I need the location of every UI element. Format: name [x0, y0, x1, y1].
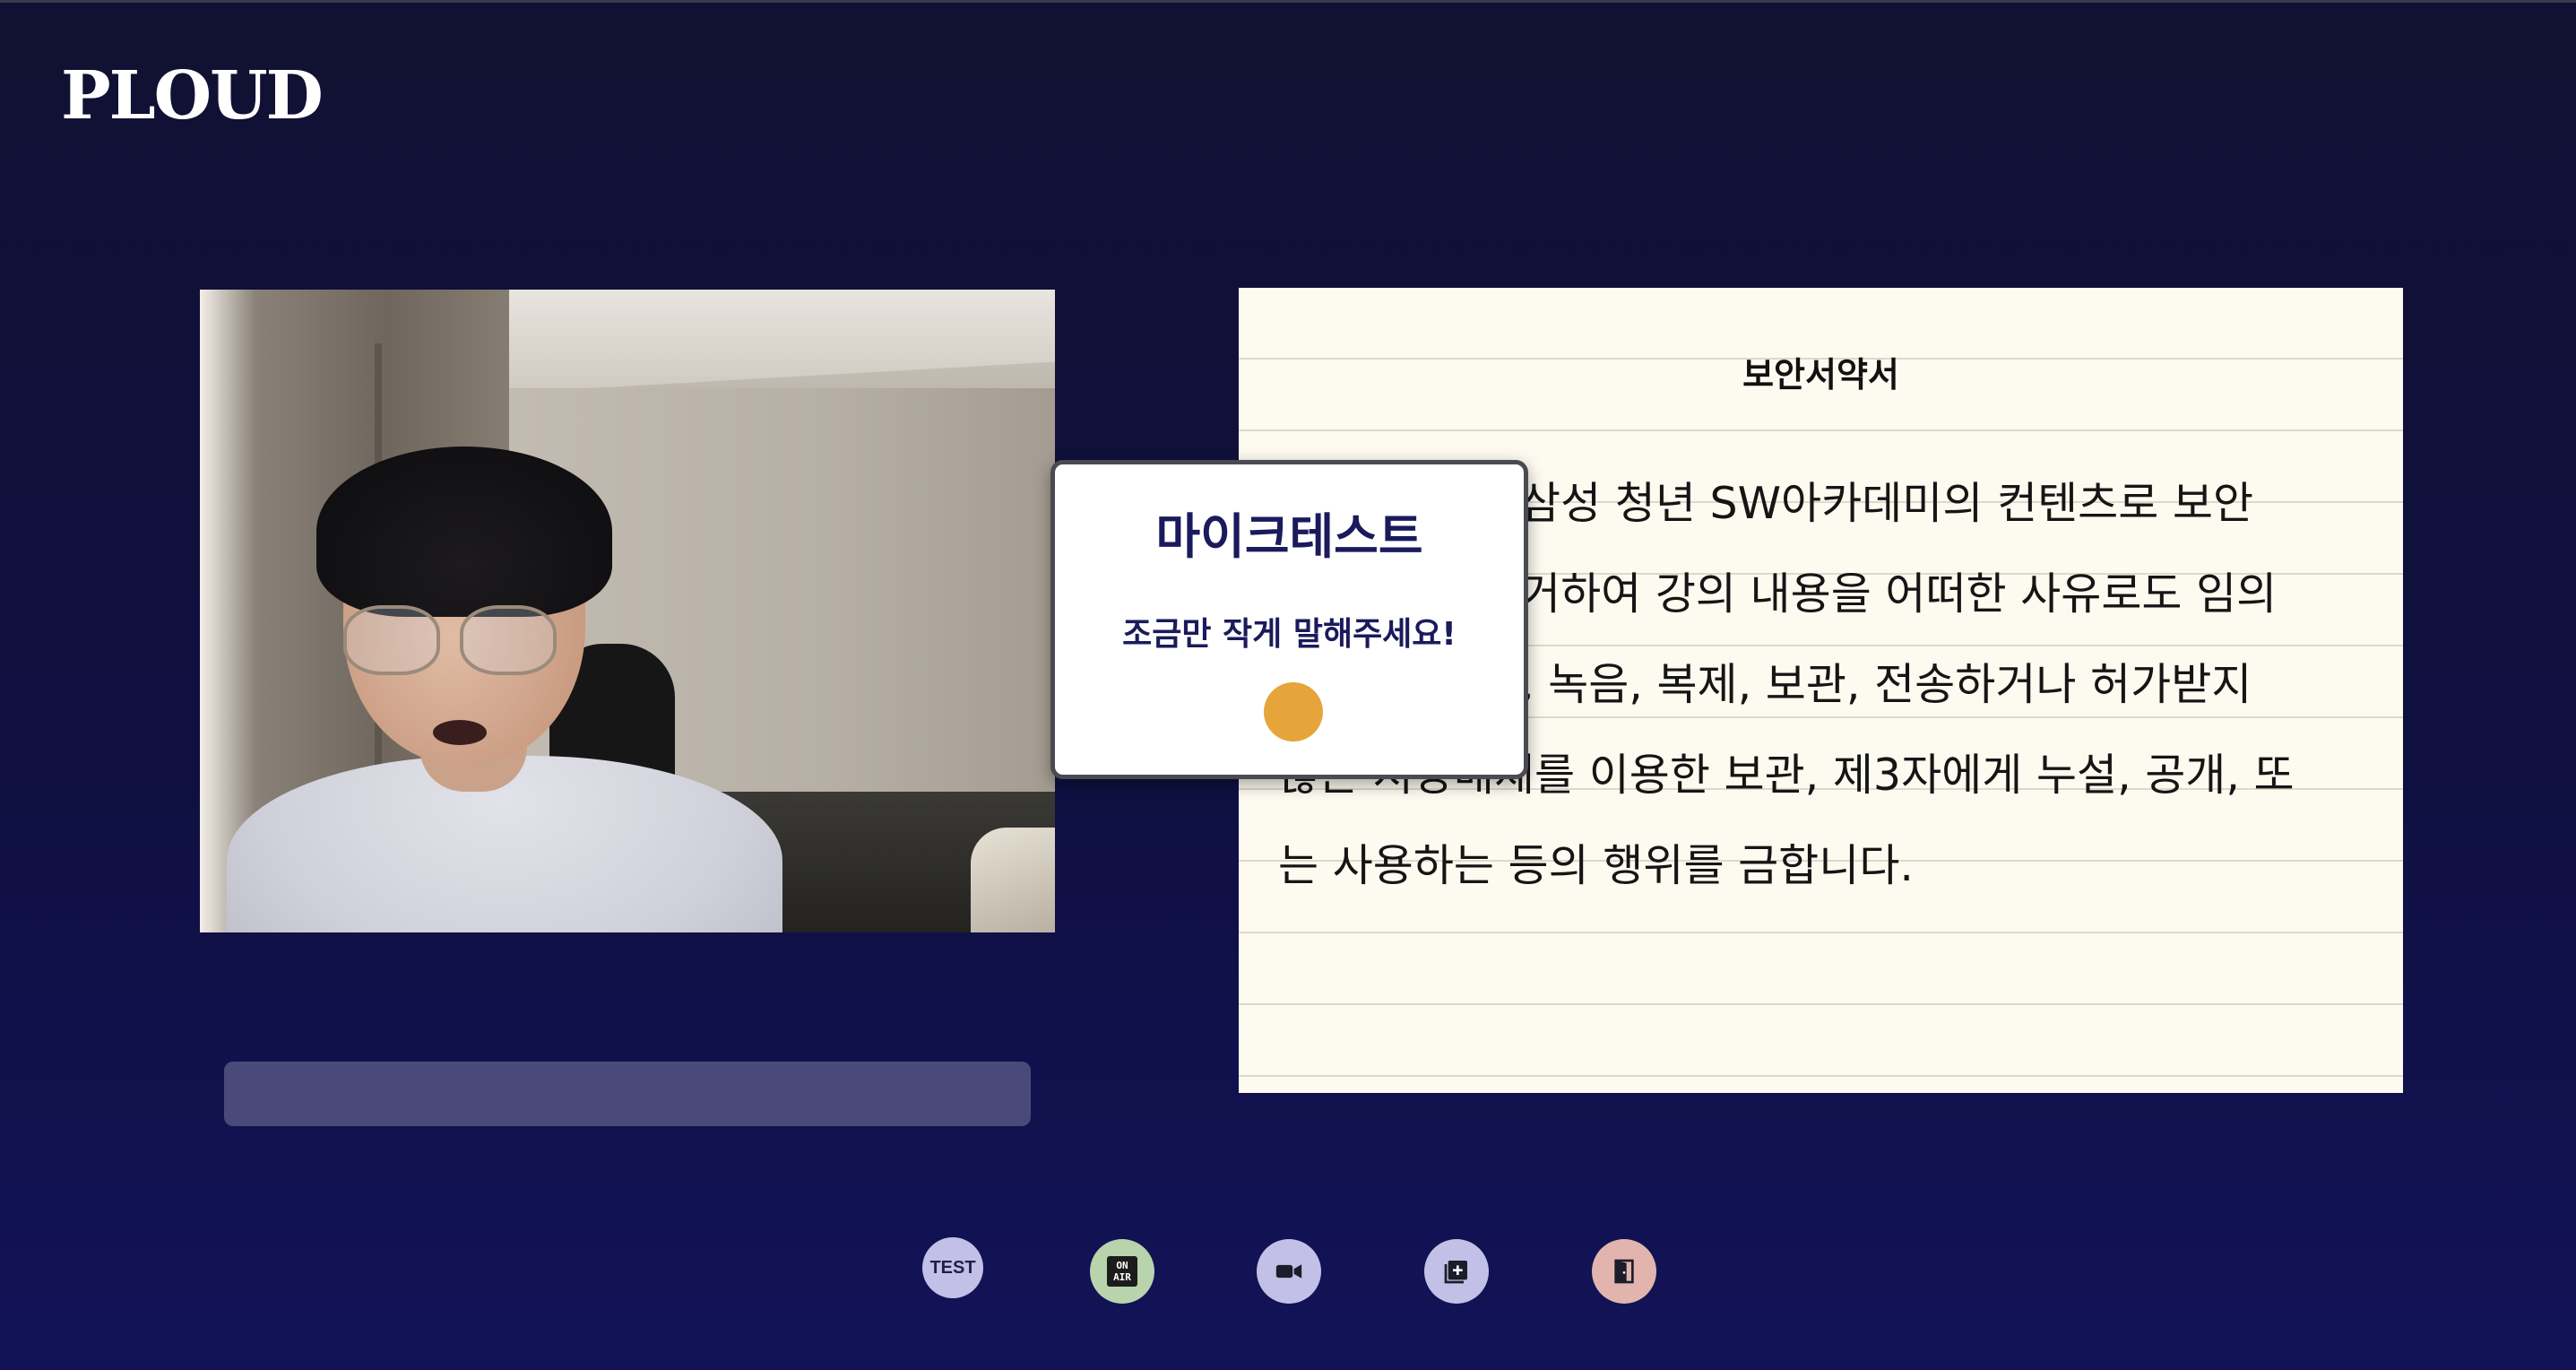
on-air-icon: ON AIR	[1107, 1256, 1137, 1287]
on-air-button[interactable]: ON AIR	[1090, 1239, 1154, 1304]
document-title: 보안서약서	[1742, 355, 1899, 395]
test-button[interactable]: TEST	[922, 1237, 983, 1298]
video-person-glasses-left	[343, 605, 440, 675]
video-camera-icon	[1275, 1264, 1302, 1279]
webcam-video	[200, 290, 1055, 932]
mic-level-indicator	[1264, 682, 1323, 741]
on-air-label-bottom: AIR	[1113, 1271, 1131, 1283]
app-logo: PLOUD	[61, 57, 324, 134]
video-person-mouth	[433, 720, 487, 745]
add-button[interactable]	[1424, 1239, 1489, 1304]
caption-bar	[224, 1062, 1031, 1126]
video-person-glasses-right	[460, 605, 557, 675]
on-air-label-top: ON	[1116, 1260, 1128, 1271]
add-box-icon	[1444, 1261, 1467, 1284]
popup-title: 마이크테스트	[1155, 508, 1423, 565]
video-cloth	[971, 828, 1055, 932]
video-button[interactable]	[1257, 1239, 1321, 1304]
exit-button[interactable]	[1592, 1239, 1656, 1304]
top-border	[0, 0, 2576, 3]
popup-message: 조금만 작게 말해주세요!	[1122, 616, 1457, 653]
test-icon: TEST	[929, 1257, 976, 1278]
video-person-hair	[316, 447, 612, 617]
mic-test-popup: 마이크테스트 조금만 작게 말해주세요!	[1050, 460, 1528, 779]
exit-door-icon	[1614, 1259, 1634, 1284]
document-line: 는 사용하는 등의 행위를 금합니다.	[1278, 840, 1914, 891]
